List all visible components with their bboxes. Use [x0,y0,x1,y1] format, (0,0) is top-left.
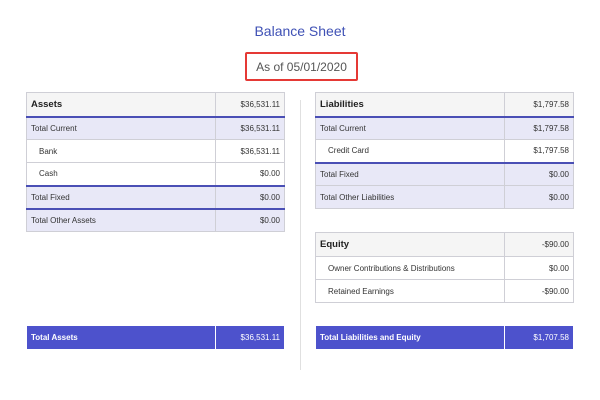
assets-bank-row[interactable]: Bank $36,531.11 [26,139,285,163]
page-title: Balance Sheet [254,23,346,39]
total-assets-row: Total Assets $36,531.11 [26,325,285,350]
total-assets-amount: $36,531.11 [215,325,285,350]
assets-table: Assets $36,531.11 Total Current $36,531.… [26,92,285,232]
assets-total-fixed-row[interactable]: Total Fixed $0.00 [26,184,285,209]
liabilities-credit-card-row[interactable]: Credit Card $1,797.58 [315,139,574,163]
total-assets-label: Total Assets [26,325,216,350]
row-amount: $36,531.11 [215,139,285,163]
row-amount: $0.00 [504,161,574,186]
liabilities-header-label: Liabilities [315,92,505,117]
total-liabilities-equity-amount: $1,707.58 [504,325,574,350]
row-label: Total Fixed [26,184,216,209]
assets-header-label: Assets [26,92,216,117]
row-label: Total Fixed [315,161,505,186]
equity-table: Equity -$90.00 Owner Contributions & Dis… [315,232,574,303]
liabilities-header-row: Liabilities $1,797.58 [315,92,574,117]
total-assets-bar: Total Assets $36,531.11 [26,325,285,350]
row-amount: $36,531.11 [215,115,285,140]
liabilities-total-current-row[interactable]: Total Current $1,797.58 [315,115,574,140]
row-label: Credit Card [315,139,505,163]
row-label: Total Other Liabilities [315,185,505,209]
total-liabilities-equity-bar: Total Liabilities and Equity $1,707.58 [315,325,574,350]
row-amount: -$90.00 [504,279,574,303]
row-label: Total Other Assets [26,207,216,232]
assets-header-amount: $36,531.11 [215,92,285,117]
equity-owner-contributions-row[interactable]: Owner Contributions & Distributions $0.0… [315,256,574,280]
row-amount: $0.00 [504,256,574,280]
balance-sheet-page: Balance Sheet As of 05/01/2020 Assets $3… [0,0,600,400]
row-label: Owner Contributions & Distributions [315,256,505,280]
equity-header-label: Equity [315,232,505,257]
equity-retained-earnings-row[interactable]: Retained Earnings -$90.00 [315,279,574,303]
assets-total-other-row[interactable]: Total Other Assets $0.00 [26,207,285,232]
total-liabilities-equity-row: Total Liabilities and Equity $1,707.58 [315,325,574,350]
liabilities-total-other-row[interactable]: Total Other Liabilities $0.00 [315,185,574,209]
assets-total-current-row[interactable]: Total Current $36,531.11 [26,115,285,140]
row-label: Bank [26,139,216,163]
assets-cash-row[interactable]: Cash $0.00 [26,162,285,186]
total-liabilities-equity-label: Total Liabilities and Equity [315,325,505,350]
liabilities-table: Liabilities $1,797.58 Total Current $1,7… [315,92,574,209]
row-label: Total Current [26,115,216,140]
as-of-date[interactable]: As of 05/01/2020 [245,52,358,81]
row-amount: $1,797.58 [504,115,574,140]
liabilities-header-amount: $1,797.58 [504,92,574,117]
row-amount: $0.00 [215,184,285,209]
row-amount: $1,797.58 [504,139,574,163]
row-label: Cash [26,162,216,186]
row-label: Retained Earnings [315,279,505,303]
column-divider [300,100,301,370]
equity-header-row: Equity -$90.00 [315,232,574,257]
row-label: Total Current [315,115,505,140]
row-amount: $0.00 [504,185,574,209]
as-of-date-label: As of 05/01/2020 [256,59,347,74]
liabilities-total-fixed-row[interactable]: Total Fixed $0.00 [315,161,574,186]
row-amount: $0.00 [215,162,285,186]
equity-header-amount: -$90.00 [504,232,574,257]
row-amount: $0.00 [215,207,285,232]
assets-header-row: Assets $36,531.11 [26,92,285,117]
